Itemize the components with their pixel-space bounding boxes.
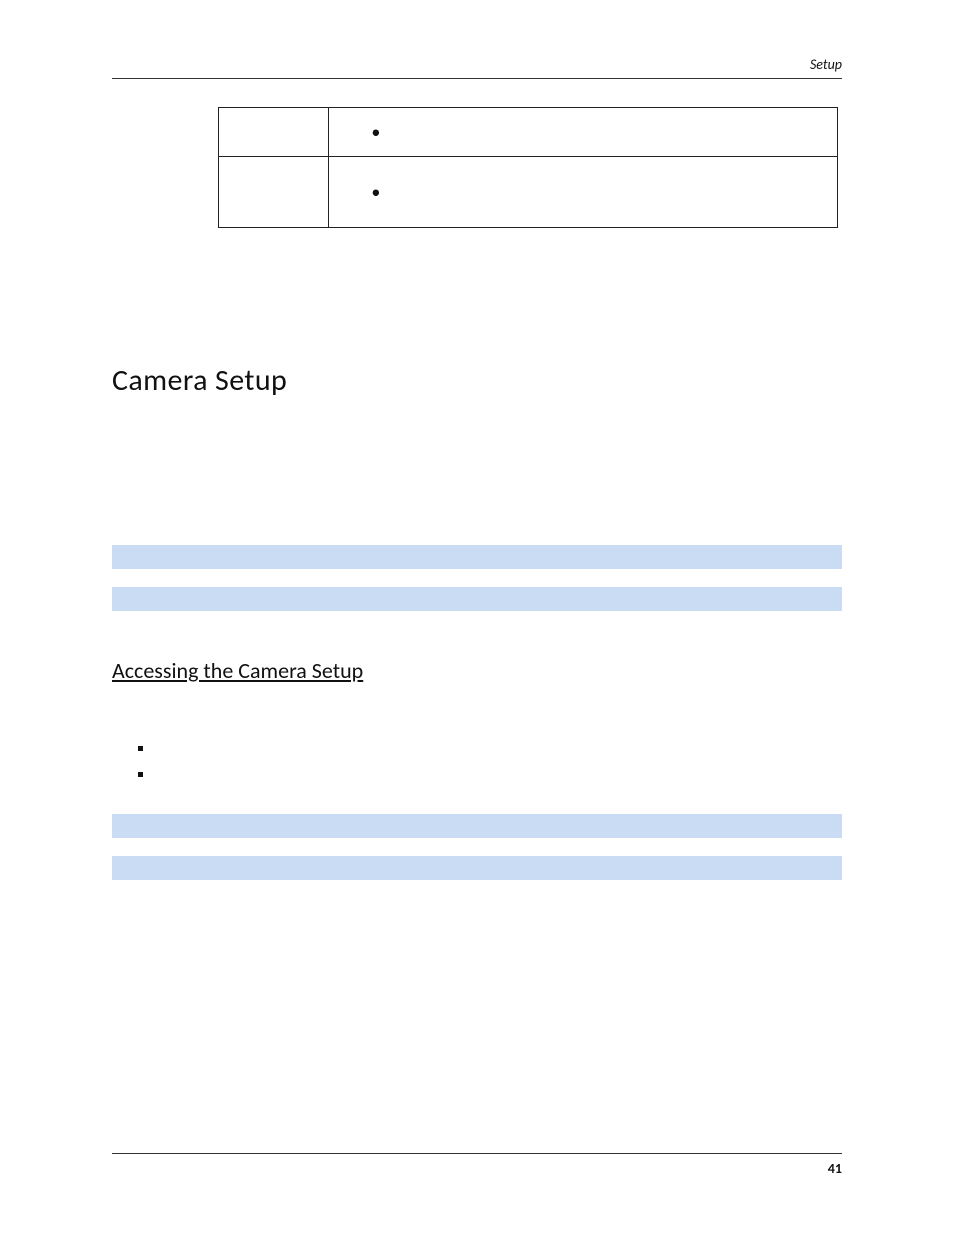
note-band: [112, 856, 842, 880]
bullet-icon: •: [371, 183, 837, 201]
header-section-label: Setup: [810, 56, 842, 73]
note-band: [112, 587, 842, 611]
heading-camera-setup: Camera Setup: [112, 362, 842, 399]
settings-table: • •: [218, 107, 838, 228]
table-cell-content: •: [329, 157, 838, 228]
settings-table-grid: • •: [218, 107, 838, 228]
page-number: 41: [828, 1160, 842, 1177]
list-item: [138, 764, 842, 790]
table-cell-content: •: [329, 108, 838, 157]
table-row: •: [219, 157, 838, 228]
page: Setup • • Camera Setup Accessing: [0, 0, 954, 1235]
steps-list: [138, 738, 842, 790]
table-row: •: [219, 108, 838, 157]
note-block-mid: [112, 814, 842, 880]
page-footer: 41: [112, 1153, 842, 1177]
note-band: [112, 814, 842, 838]
table-cell-label: [219, 108, 329, 157]
bullet-icon: •: [371, 123, 837, 141]
note-block-top: [112, 545, 842, 611]
note-band: [112, 545, 842, 569]
list-item: [138, 738, 842, 764]
page-header: Setup: [112, 58, 842, 79]
heading-accessing-camera-setup: Accessing the Camera Setup: [112, 657, 842, 684]
table-cell-label: [219, 157, 329, 228]
